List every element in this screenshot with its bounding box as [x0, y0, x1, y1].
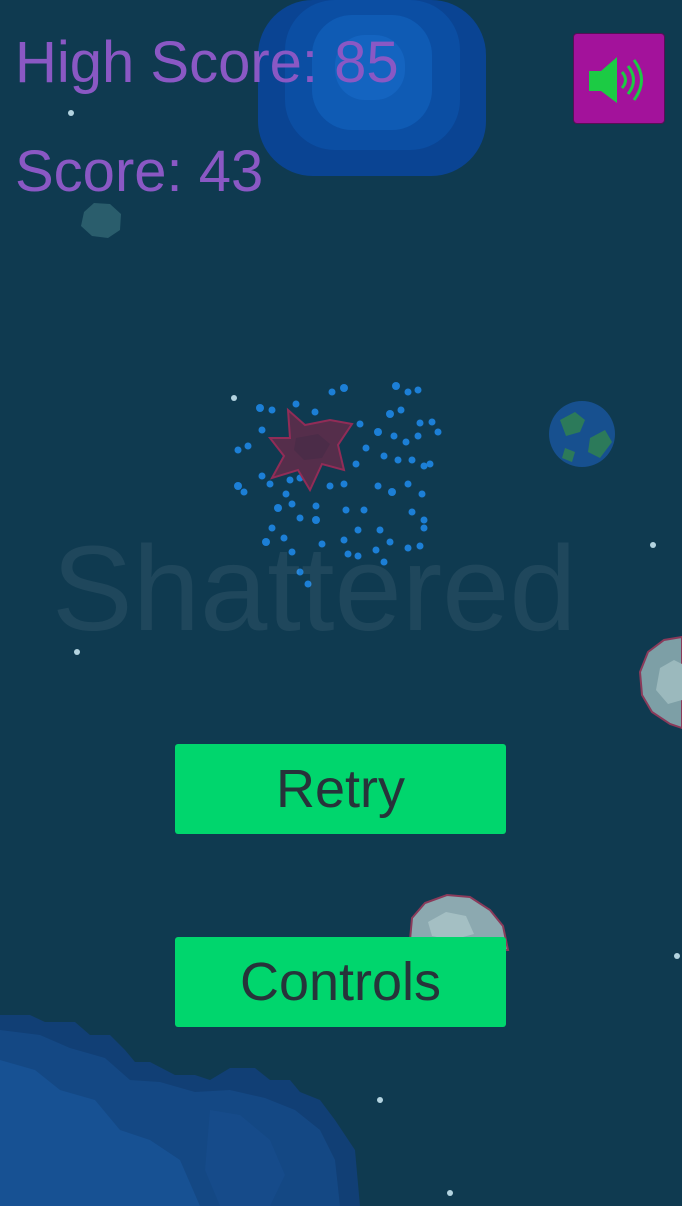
retry-button[interactable]: Retry [175, 744, 506, 834]
game-screen: High Score: 85 Score: 43 Shattered Retry… [0, 0, 682, 1206]
game-title: Shattered [52, 520, 577, 656]
asteroid-right [638, 635, 682, 730]
planet-small [549, 401, 615, 467]
shattered-ship [267, 407, 354, 493]
speaker-on-icon [589, 57, 643, 103]
score-label: Score: 43 [15, 139, 264, 204]
controls-button[interactable]: Controls [175, 937, 506, 1027]
sound-toggle-button[interactable] [573, 33, 665, 124]
asteroid-faint [81, 203, 121, 238]
planet-large [0, 1015, 360, 1206]
high-score-label: High Score: 85 [15, 30, 399, 95]
